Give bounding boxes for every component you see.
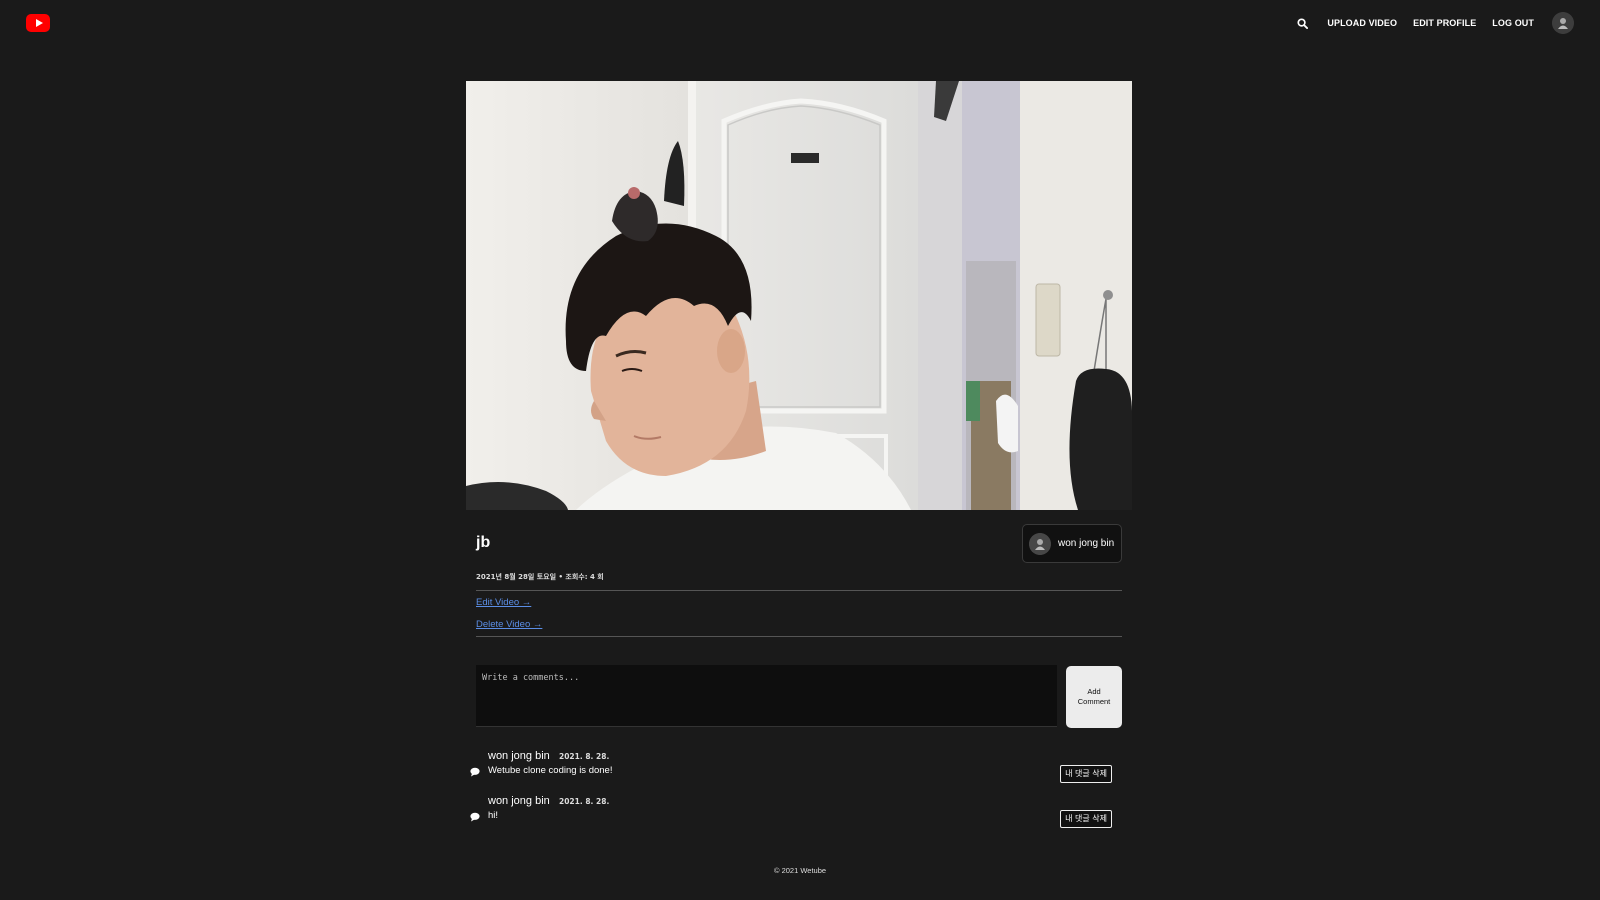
delete-comment-button[interactable]: 내 댓글 삭제 bbox=[1060, 765, 1112, 783]
comment-author: won jong bin bbox=[488, 795, 550, 807]
play-triangle-icon bbox=[35, 19, 43, 27]
comment-date: 2021. 8. 28. bbox=[559, 752, 610, 761]
site-header: UPLOAD VIDEO EDIT PROFILE LOG OUT bbox=[0, 0, 1600, 46]
video-owner-link[interactable]: won jong bin bbox=[1022, 524, 1122, 563]
youtube-logo-icon[interactable] bbox=[26, 14, 50, 32]
comment-date: 2021. 8. 28. bbox=[559, 797, 610, 806]
comment-text: Wetube clone coding is done! bbox=[488, 765, 613, 776]
edit-video-link[interactable]: Edit Video → bbox=[476, 597, 531, 608]
delete-video-link[interactable]: Delete Video → bbox=[476, 619, 542, 630]
video-title: jb bbox=[476, 534, 491, 551]
delete-comment-button[interactable]: 내 댓글 삭제 bbox=[1060, 810, 1112, 828]
divider bbox=[476, 636, 1122, 637]
comment-input[interactable] bbox=[476, 665, 1057, 727]
owner-avatar-icon bbox=[1029, 532, 1051, 555]
comment-bubble-icon bbox=[470, 809, 480, 822]
comment-item: won jong bin 2021. 8. 28. hi! 내 댓글 삭제 bbox=[470, 795, 1112, 829]
owner-name: won jong bin bbox=[1058, 538, 1115, 549]
video-frame bbox=[466, 81, 1132, 510]
site-footer: © 2021 Wetube bbox=[773, 866, 827, 875]
video-player[interactable] bbox=[466, 81, 1132, 510]
main-nav: UPLOAD VIDEO EDIT PROFILE LOG OUT bbox=[1297, 12, 1574, 34]
edit-profile-link[interactable]: EDIT PROFILE bbox=[1413, 18, 1476, 28]
log-out-link[interactable]: LOG OUT bbox=[1492, 18, 1534, 28]
upload-video-link[interactable]: UPLOAD VIDEO bbox=[1327, 18, 1397, 28]
comment-author: won jong bin bbox=[488, 750, 550, 762]
add-comment-button[interactable]: Add Comment bbox=[1066, 666, 1122, 728]
comment-text: hi! bbox=[488, 810, 499, 821]
divider bbox=[476, 590, 1122, 591]
comment-bubble-icon bbox=[470, 764, 480, 777]
user-avatar-icon[interactable] bbox=[1552, 12, 1574, 34]
search-icon[interactable] bbox=[1297, 16, 1311, 30]
video-meta: 2021년 8월 28일 토요일 • 조회수: 4 회 bbox=[476, 573, 604, 581]
comment-item: won jong bin 2021. 8. 28. Wetube clone c… bbox=[470, 750, 1112, 784]
